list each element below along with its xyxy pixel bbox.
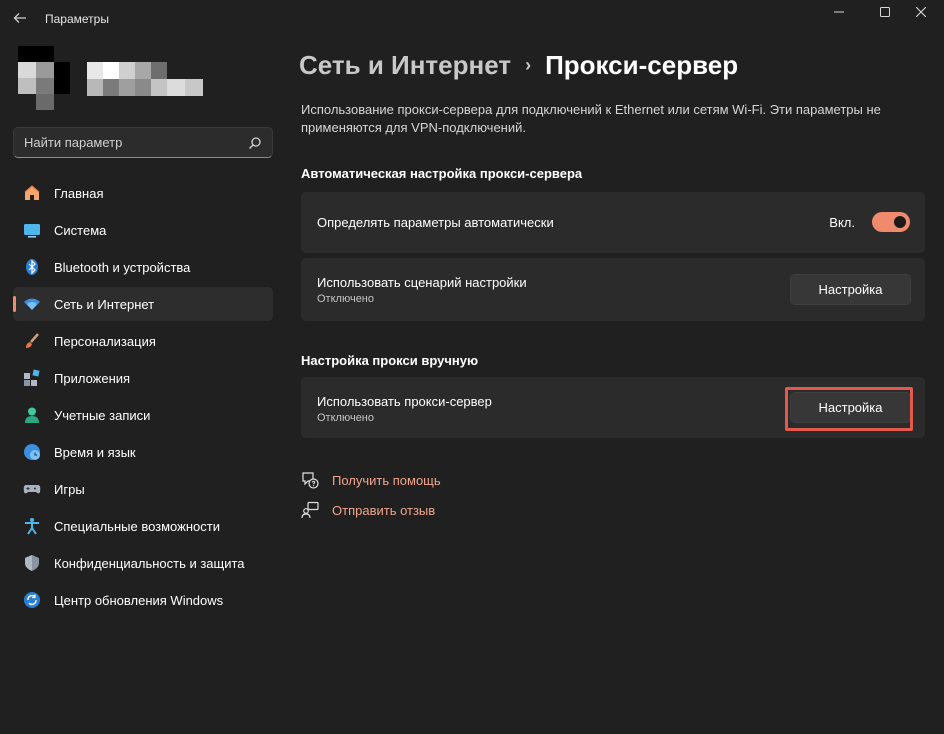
breadcrumb-parent[interactable]: Сеть и Интернет (299, 50, 511, 81)
title-bar: Параметры (0, 0, 944, 38)
setup-script-settings-button[interactable]: Настройка (790, 274, 911, 305)
back-arrow-icon (13, 13, 26, 23)
feedback-icon (301, 501, 319, 519)
sidebar-item-apps[interactable]: Приложения (13, 361, 273, 395)
sidebar-item-label: Главная (54, 185, 104, 201)
minimize-icon (834, 11, 844, 13)
breadcrumb-separator: › (525, 55, 532, 75)
help-link-row: Получить помощь (301, 471, 441, 489)
sidebar-item-label: Специальные возможности (54, 518, 220, 534)
auto-detect-label: Определять параметры автоматически (317, 215, 554, 230)
sidebar-item-time-language[interactable]: Время и язык (13, 435, 273, 469)
account-icon (23, 406, 41, 424)
close-button[interactable] (898, 0, 944, 24)
sidebar-item-label: Система (54, 222, 107, 238)
search-input[interactable] (24, 135, 248, 150)
maximize-icon (880, 7, 890, 17)
sidebar-item-label: Игры (54, 481, 85, 497)
setup-script-card: Использовать сценарий настройки Отключен… (301, 258, 925, 321)
search-box[interactable] (13, 127, 273, 158)
setup-script-label: Использовать сценарий настройки (317, 275, 527, 290)
bluetooth-icon (23, 258, 41, 276)
app-title: Параметры (45, 12, 109, 26)
sidebar-item-windows-update[interactable]: Центр обновления Windows (13, 583, 273, 617)
apps-icon (23, 369, 41, 387)
highlight-box (785, 387, 913, 431)
page-title: Прокси-сервер (545, 50, 739, 80)
sidebar-nav: Главная Система Bluetooth и устройства С… (13, 176, 273, 620)
close-icon (916, 7, 926, 17)
search-icon[interactable] (248, 136, 262, 150)
system-icon (23, 221, 41, 239)
update-icon (23, 591, 41, 609)
auto-detect-toggle[interactable] (872, 212, 910, 232)
sidebar-item-accessibility[interactable]: Специальные возможности (13, 509, 273, 543)
sidebar-item-system[interactable]: Система (13, 213, 273, 247)
breadcrumb: Сеть и Интернет › Прокси-сервер (299, 50, 738, 81)
manual-proxy-status: Отключено (317, 412, 374, 424)
auto-proxy-section-title: Автоматическая настройка прокси-сервера (301, 166, 583, 181)
wifi-icon (23, 295, 41, 313)
send-feedback-link[interactable]: Отправить отзыв (332, 503, 435, 518)
home-icon (23, 184, 41, 202)
get-help-link[interactable]: Получить помощь (332, 473, 441, 488)
back-button[interactable] (10, 8, 30, 28)
sidebar-item-label: Приложения (54, 370, 131, 386)
feedback-link-row: Отправить отзыв (301, 501, 435, 519)
manual-proxy-section-title: Настройка прокси вручную (301, 353, 479, 368)
sidebar-item-bluetooth[interactable]: Bluetooth и устройства (13, 250, 273, 284)
sidebar-item-personalization[interactable]: Персонализация (13, 324, 273, 358)
sidebar-item-home[interactable]: Главная (13, 176, 273, 210)
sidebar-item-label: Учетные записи (54, 407, 151, 423)
gamepad-icon (23, 480, 41, 498)
auto-detect-card: Определять параметры автоматически Вкл. (301, 192, 925, 253)
sidebar-item-label: Время и язык (54, 444, 136, 460)
sidebar-item-accounts[interactable]: Учетные записи (13, 398, 273, 432)
avatar[interactable] (18, 46, 70, 110)
minimize-button[interactable] (816, 0, 862, 24)
page-description: Использование прокси-сервера для подключ… (301, 102, 881, 135)
accessibility-icon (23, 517, 41, 535)
auto-detect-toggle-state: Вкл. (829, 215, 855, 230)
sidebar-item-privacy[interactable]: Конфиденциальность и защита (13, 546, 273, 580)
brush-icon (23, 332, 41, 350)
shield-icon (23, 554, 41, 572)
manual-proxy-label: Использовать прокси-сервер (317, 394, 492, 409)
sidebar-item-label: Bluetooth и устройства (54, 259, 191, 275)
username-obscured (87, 62, 205, 96)
sidebar-item-label: Центр обновления Windows (54, 592, 224, 608)
sidebar-item-label: Сеть и Интернет (54, 296, 155, 312)
sidebar-item-label: Конфиденциальность и защита (54, 555, 245, 571)
sidebar-item-label: Персонализация (54, 333, 156, 349)
time-language-icon (23, 443, 41, 461)
setup-script-status: Отключено (317, 293, 374, 305)
sidebar-item-gaming[interactable]: Игры (13, 472, 273, 506)
sidebar-item-network[interactable]: Сеть и Интернет (13, 287, 273, 321)
help-icon (301, 471, 319, 489)
